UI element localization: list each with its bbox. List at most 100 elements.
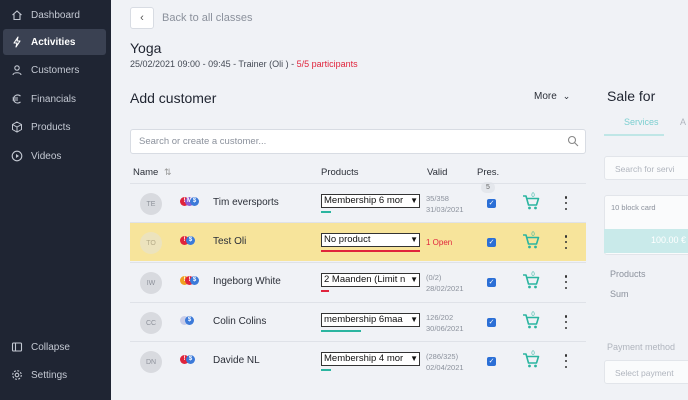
payment-method-select[interactable]: Select payment	[604, 360, 688, 384]
row-menu-icon[interactable]	[564, 354, 568, 368]
chevron-down-icon: ▼	[408, 353, 418, 365]
sidebar-item-dashboard[interactable]: Dashboard	[3, 2, 106, 28]
row-menu-icon[interactable]	[564, 235, 568, 249]
collapse-icon	[11, 342, 23, 352]
table-row[interactable]: IW ! ! $ Ingeborg White 2 Maanden (Limit…	[130, 262, 586, 301]
add-to-cart-icon[interactable]: 0	[521, 311, 541, 331]
presence-checkbox[interactable]: ✓	[487, 357, 496, 366]
tab-other[interactable]: A	[680, 117, 686, 127]
customer-name[interactable]: Ingeborg White	[213, 276, 281, 287]
sale-panel-title: Sale for	[607, 88, 656, 104]
table-row[interactable]: DN ! $ Davide NL Membership 4 mor ▼ (286/…	[130, 341, 586, 380]
class-schedule: 25/02/2021 09:00 - 09:45 - Trainer (Oli …	[130, 59, 297, 69]
sidebar-item-label: Activities	[31, 36, 76, 48]
membership-badges: ! $	[180, 236, 204, 247]
validity-date: 30/06/2021	[426, 324, 464, 333]
column-header-presence: Pres.	[477, 167, 500, 178]
validity-text: (286/325) 02/04/2021	[426, 351, 464, 373]
main-content: ‹ Back to all classes Yoga 25/02/2021 09…	[111, 0, 596, 400]
product-select[interactable]: Membership 4 mor ▼	[321, 352, 420, 366]
avatar: CC	[140, 312, 162, 334]
tab-services[interactable]: Services	[624, 117, 659, 127]
sidebar-item-customers[interactable]: Customers	[3, 57, 106, 83]
service-item-price-bar[interactable]: 100.00 €	[604, 229, 688, 253]
validity-text: 126/202 30/06/2021	[426, 312, 464, 334]
status-badge: $	[186, 355, 195, 364]
product-select[interactable]: No product ▼	[321, 233, 420, 247]
product-select[interactable]: 2 Maanden (Limit n ▼	[321, 273, 420, 287]
presence-checkbox[interactable]: ✓	[487, 199, 496, 208]
product-select[interactable]: membership 6maa ▼	[321, 313, 420, 327]
table-row[interactable]: TE ! M $ Tim eversports Membership 6 mor…	[130, 183, 586, 222]
product-select-value: Membership 6 mor	[324, 195, 404, 206]
payment-method-label: Payment method	[607, 342, 676, 352]
product-select-value: 2 Maanden (Limit n	[324, 274, 406, 285]
status-badge: $	[185, 316, 194, 325]
participants-count: 5/5 participants	[296, 59, 358, 69]
customer-name[interactable]: Colin Colins	[213, 316, 266, 327]
search-input[interactable]	[131, 130, 551, 153]
add-to-cart-icon[interactable]: 0	[521, 271, 541, 291]
sidebar-item-activities[interactable]: Activities	[3, 29, 106, 55]
settings-label: Settings	[31, 369, 68, 381]
section-title: Add customer	[130, 90, 217, 106]
back-link[interactable]: Back to all classes	[162, 12, 252, 24]
row-menu-icon[interactable]	[564, 315, 568, 329]
validity-text: (0/2) 28/02/2021	[426, 272, 464, 294]
customer-name[interactable]: Davide NL	[213, 355, 260, 366]
customer-search	[130, 129, 586, 154]
sale-panel: Sale for Services A Search for servi 10 …	[596, 0, 688, 400]
sidebar-item-label: Products	[31, 121, 71, 133]
more-label: More	[534, 91, 557, 102]
settings-button[interactable]: Settings	[3, 362, 106, 388]
service-search[interactable]: Search for servi	[604, 156, 688, 180]
user-icon	[12, 65, 22, 76]
avatar: IW	[140, 272, 162, 294]
gear-icon	[12, 370, 22, 380]
service-search-placeholder: Search for servi	[615, 164, 675, 174]
validity-indicator	[321, 250, 420, 252]
sort-icon[interactable]: ⇅	[164, 167, 172, 177]
avatar: TE	[140, 193, 162, 215]
row-menu-icon[interactable]	[564, 196, 568, 210]
customer-name[interactable]: Test Oli	[213, 236, 246, 247]
validity-date: 31/03/2021	[426, 205, 464, 214]
product-select[interactable]: Membership 6 mor ▼	[321, 194, 420, 208]
table-row[interactable]: TO ! $ Test Oli No product ▼ 1 Open ✓ 0	[130, 222, 586, 261]
product-select-value: membership 6maa	[324, 314, 403, 325]
validity-text: 35/358 31/03/2021	[426, 193, 464, 215]
presence-checkbox[interactable]: ✓	[487, 278, 496, 287]
status-badge: $	[190, 276, 199, 285]
search-icon[interactable]	[567, 135, 579, 147]
validity-date: 28/02/2021	[426, 284, 464, 293]
table-row[interactable]: CC $ Colin Colins membership 6maa ▼ 126/2…	[130, 302, 586, 341]
sidebar-item-videos[interactable]: Videos	[3, 143, 106, 169]
chevron-left-icon: ‹	[140, 12, 144, 24]
column-name-label: Name	[133, 167, 159, 178]
sale-tabs: Services A	[604, 113, 688, 135]
add-to-cart-icon[interactable]: 0	[521, 350, 541, 370]
add-to-cart-icon[interactable]: 0	[521, 192, 541, 212]
avatar: DN	[140, 351, 162, 373]
presence-checkbox[interactable]: ✓	[487, 238, 496, 247]
membership-badges: ! ! $	[180, 276, 204, 287]
collapse-button[interactable]: Collapse	[3, 334, 106, 360]
sidebar: Dashboard Activities Customers Financial…	[0, 0, 111, 400]
sidebar-item-products[interactable]: Products	[3, 114, 106, 140]
play-icon	[11, 150, 23, 162]
sidebar-item-financials[interactable]: Financials	[3, 86, 106, 112]
chevron-down-icon: ▼	[408, 195, 418, 207]
page-title: Yoga	[130, 40, 162, 56]
validity-indicator	[321, 369, 331, 371]
customer-name[interactable]: Tim eversports	[213, 197, 279, 208]
row-menu-icon[interactable]	[564, 275, 568, 289]
back-button[interactable]: ‹	[130, 7, 154, 29]
add-to-cart-icon[interactable]: 0	[521, 231, 541, 251]
sidebar-item-label: Customers	[31, 64, 80, 76]
presence-checkbox[interactable]: ✓	[487, 318, 496, 327]
column-header-name[interactable]: Name ⇅	[133, 167, 172, 178]
lightning-icon	[13, 36, 21, 48]
membership-badges: ! $	[180, 355, 204, 366]
more-button[interactable]: More ⌄	[534, 91, 570, 102]
box-icon	[12, 121, 22, 133]
